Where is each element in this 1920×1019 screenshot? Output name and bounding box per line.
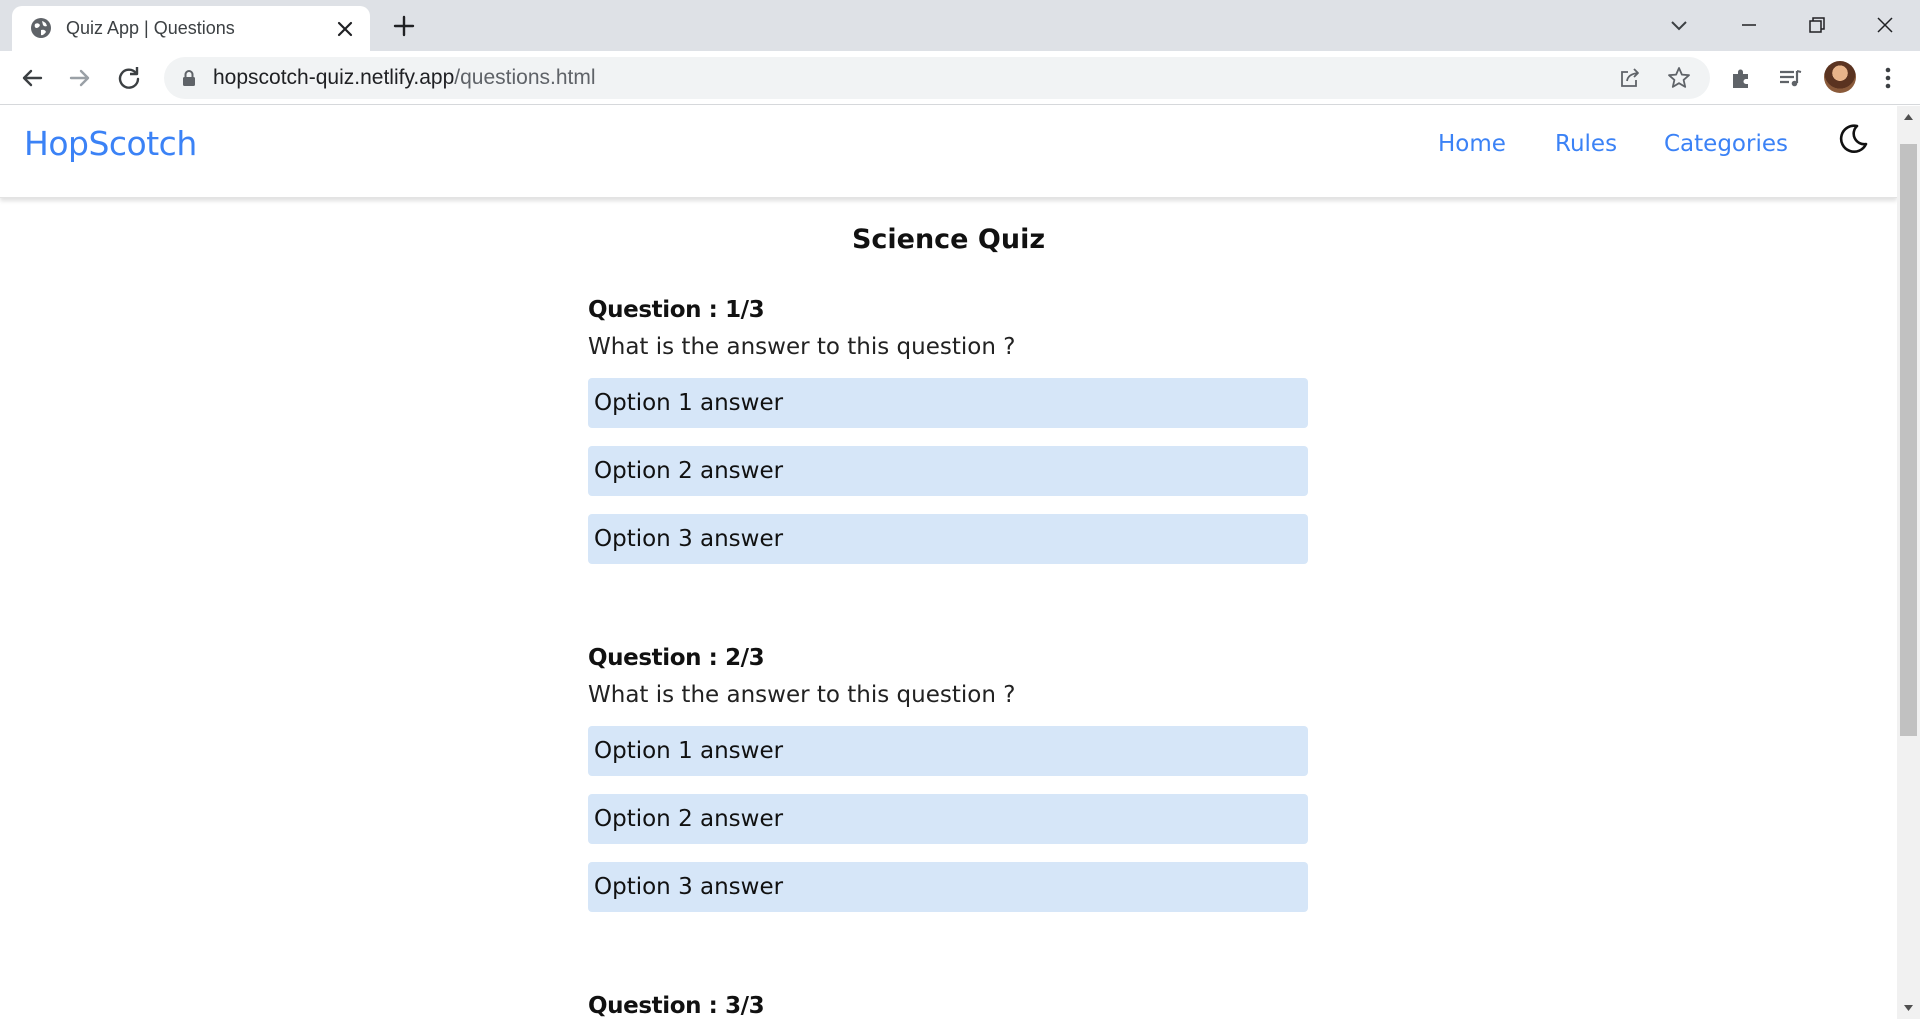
browser-toolbar: hopscotch-quiz.netlify.app/questions.htm…	[0, 51, 1920, 105]
arrow-left-icon[interactable]	[16, 62, 48, 94]
option-button-2[interactable]: Option 2 answer	[588, 446, 1308, 496]
page-title: Science Quiz	[851, 224, 1046, 255]
question-heading: Question : 1/3	[588, 297, 765, 323]
page-viewport: HopScotch Home Rules Categories Science …	[0, 106, 1897, 1019]
question-heading: Question : 2/3	[588, 645, 765, 671]
question-heading: Question : 3/3	[588, 993, 765, 1019]
lock-icon[interactable]	[180, 69, 198, 87]
kebab-menu-icon[interactable]	[1872, 62, 1904, 94]
restore-icon[interactable]	[1802, 10, 1832, 40]
browser-tab[interactable]: Quiz App | Questions	[12, 6, 370, 51]
scrollbar-thumb[interactable]	[1900, 144, 1917, 736]
globe-icon	[31, 18, 51, 38]
option-button-1[interactable]: Option 1 answer	[588, 378, 1308, 428]
url-host: hopscotch-quiz.netlify.app	[213, 66, 455, 89]
minimize-icon[interactable]	[1734, 10, 1764, 40]
url-text[interactable]: hopscotch-quiz.netlify.app/questions.htm…	[213, 57, 596, 99]
moon-icon[interactable]	[1836, 122, 1870, 156]
nav-link-categories[interactable]: Categories	[1664, 106, 1788, 182]
question-text: What is the answer to this question ?	[588, 334, 1016, 360]
question-card-2: Question : 2/3 What is the answer to thi…	[588, 640, 1308, 912]
address-bar[interactable]: hopscotch-quiz.netlify.app/questions.htm…	[164, 57, 1710, 99]
nav-link-rules[interactable]: Rules	[1555, 106, 1617, 182]
browser-tabstrip: Quiz App | Questions	[0, 0, 1920, 51]
site-navbar: HopScotch Home Rules Categories	[0, 106, 1897, 198]
option-button-2[interactable]: Option 2 answer	[588, 794, 1308, 844]
nav-link-home[interactable]: Home	[1438, 106, 1506, 182]
share-icon[interactable]	[1618, 66, 1642, 90]
scroll-down-arrow-icon[interactable]	[1897, 997, 1920, 1019]
arrow-right-icon[interactable]	[64, 62, 96, 94]
close-icon[interactable]	[334, 18, 356, 40]
puzzle-icon[interactable]	[1726, 62, 1758, 94]
window-close-icon[interactable]	[1870, 10, 1900, 40]
question-card-1: Question : 1/3 What is the answer to thi…	[588, 292, 1308, 564]
scroll-up-arrow-icon[interactable]	[1897, 106, 1920, 128]
brand-logo[interactable]: HopScotch	[24, 106, 197, 182]
reload-icon[interactable]	[113, 62, 145, 94]
tab-title: Quiz App | Questions	[66, 18, 235, 38]
star-icon[interactable]	[1666, 65, 1692, 91]
media-queue-icon[interactable]	[1774, 62, 1806, 94]
avatar[interactable]	[1824, 61, 1856, 93]
option-button-3[interactable]: Option 3 answer	[588, 862, 1308, 912]
option-button-1[interactable]: Option 1 answer	[588, 726, 1308, 776]
url-path: /questions.html	[454, 66, 596, 89]
question-text: What is the answer to this question ?	[588, 682, 1016, 708]
plus-icon[interactable]	[390, 12, 418, 40]
question-card-3: Question : 3/3	[588, 988, 1308, 1019]
option-button-3[interactable]: Option 3 answer	[588, 514, 1308, 564]
chevron-down-icon[interactable]	[1666, 12, 1692, 38]
page-scrollbar[interactable]	[1897, 106, 1920, 1019]
